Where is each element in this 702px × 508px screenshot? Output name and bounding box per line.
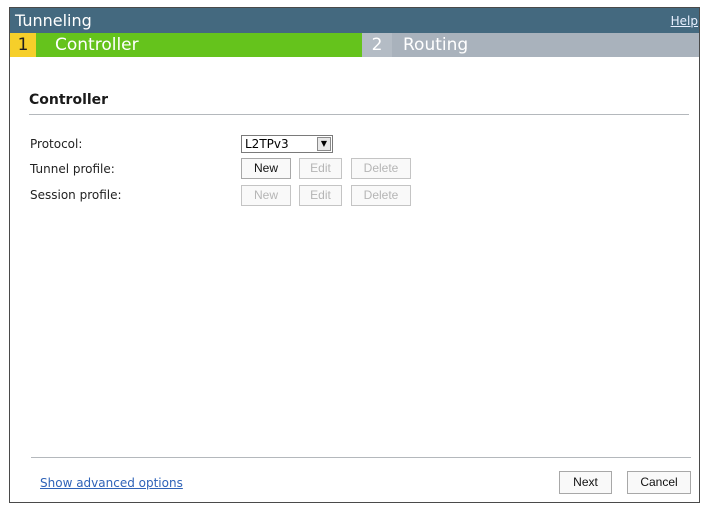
section-divider [29,114,689,115]
tunnel-edit-button[interactable]: Edit [299,158,342,179]
session-edit-button[interactable]: Edit [299,185,342,206]
footer-divider [31,457,691,458]
title-bar: Tunneling Help [10,8,699,33]
protocol-select[interactable]: L2TPv3 ▼ [241,135,333,153]
chevron-down-icon[interactable]: ▼ [317,137,331,151]
tunnel-profile-label: Tunnel profile: [30,162,115,176]
tunnel-delete-button[interactable]: Delete [351,158,411,179]
tunnel-new-button[interactable]: New [241,158,291,179]
step-routing[interactable]: 2 Routing [362,33,699,57]
help-link[interactable]: Help [671,14,698,28]
session-delete-button[interactable]: Delete [351,185,411,206]
protocol-label: Protocol: [30,137,83,151]
step-label-controller: Controller [55,35,139,55]
session-new-button[interactable]: New [241,185,291,206]
cancel-button[interactable]: Cancel [627,471,691,494]
step-label-routing: Routing [403,35,469,55]
step-controller[interactable]: 1 Controller [10,33,362,57]
section-title: Controller [29,92,109,108]
dialog-title: Tunneling [15,11,92,30]
step-number-1: 1 [10,33,36,57]
session-profile-label: Session profile: [30,188,122,202]
wizard-steps: 1 Controller 2 Routing [10,33,699,57]
tunneling-dialog: Tunneling Help 1 Controller 2 Routing Co… [9,7,700,503]
next-button[interactable]: Next [559,471,612,494]
show-advanced-options-link[interactable]: Show advanced options [40,476,183,490]
protocol-select-value: L2TPv3 [245,137,289,151]
step-number-2: 2 [362,33,392,57]
